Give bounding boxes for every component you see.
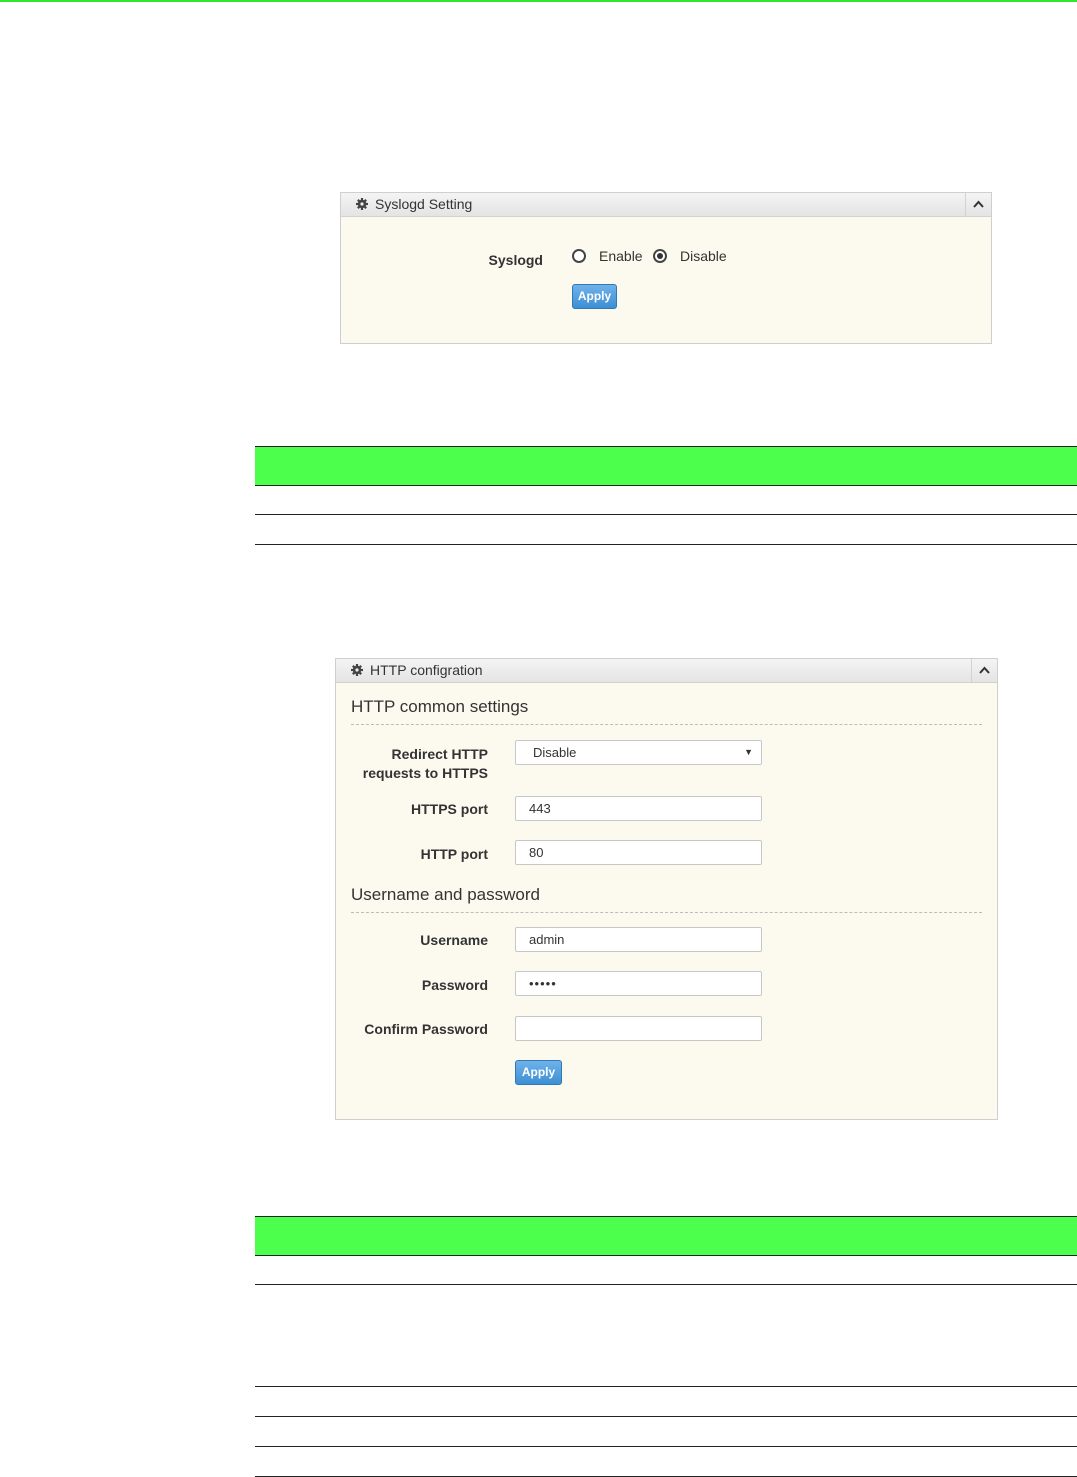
gear-icon — [356, 198, 368, 210]
syslogd-disable-radio[interactable] — [653, 249, 667, 263]
table-header-bar — [255, 1216, 1077, 1256]
confirm-password-label: Confirm Password — [364, 1021, 488, 1037]
table-divider — [255, 1416, 1077, 1417]
https-port-input[interactable]: 443 — [515, 796, 762, 821]
username-label: Username — [420, 932, 488, 948]
username-input[interactable]: admin — [515, 927, 762, 952]
http-apply-button[interactable]: Apply — [515, 1060, 562, 1085]
syslogd-apply-button[interactable]: Apply — [572, 284, 617, 309]
chevron-up-icon — [979, 666, 990, 674]
section-divider — [351, 724, 982, 725]
collapse-button[interactable] — [971, 659, 997, 682]
http-port-label: HTTP port — [420, 846, 488, 862]
syslogd-disable-label[interactable]: Disable — [680, 248, 727, 264]
syslogd-enable-radio[interactable] — [572, 249, 586, 263]
table-divider — [255, 1446, 1077, 1447]
http-configuration-panel: HTTP configration HTTP common settings R… — [335, 658, 998, 1120]
table-header-bar — [255, 446, 1077, 486]
redirect-http-select[interactable]: Disable ▼ — [515, 740, 762, 765]
panel-header: HTTP configration — [336, 659, 997, 683]
syslogd-enable-label[interactable]: Enable — [599, 248, 643, 264]
dropdown-arrow-icon: ▼ — [744, 747, 753, 757]
syslogd-setting-panel: Syslogd Setting Syslogd Enable Disable A… — [340, 192, 992, 344]
panel-header: Syslogd Setting — [341, 193, 991, 217]
http-common-settings-heading: HTTP common settings — [351, 697, 529, 716]
section-divider — [351, 912, 982, 913]
https-port-label: HTTPS port — [411, 801, 488, 817]
password-input[interactable]: ••••• — [515, 971, 762, 996]
table-divider — [255, 1386, 1077, 1387]
username-password-heading: Username and password — [351, 885, 540, 904]
gear-icon — [351, 664, 363, 676]
table-divider — [255, 1284, 1077, 1285]
chevron-up-icon — [973, 200, 984, 208]
http-port-input[interactable]: 80 — [515, 840, 762, 865]
top-rule — [0, 0, 1077, 2]
table-divider — [255, 514, 1077, 515]
confirm-password-input[interactable] — [515, 1016, 762, 1041]
redirect-http-value: Disable — [533, 745, 577, 760]
collapse-button[interactable] — [965, 193, 991, 216]
password-label: Password — [421, 977, 488, 993]
syslogd-label: Syslogd — [488, 252, 543, 268]
panel-title: Syslogd Setting — [375, 196, 473, 212]
panel-title: HTTP configration — [370, 662, 483, 678]
table-divider — [255, 544, 1077, 545]
redirect-http-label: Redirect HTTP requests to HTTPS — [362, 746, 488, 781]
